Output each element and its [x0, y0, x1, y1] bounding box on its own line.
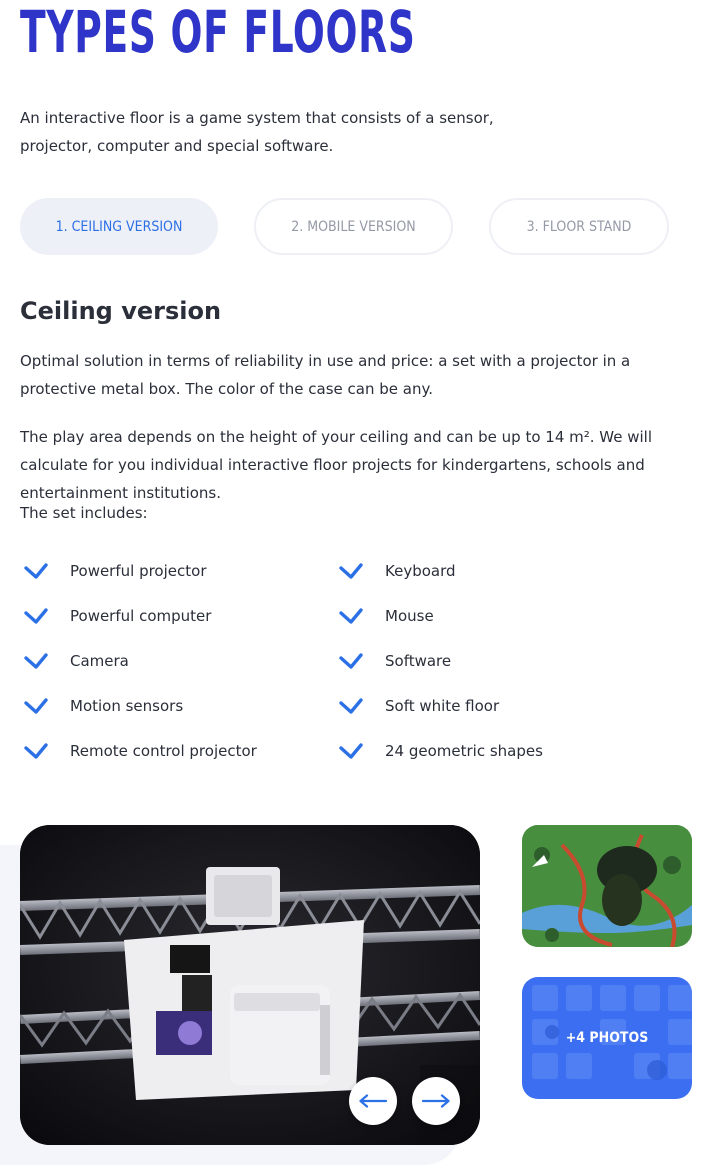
feature-label: 24 geometric shapes	[385, 742, 543, 760]
feature-label: Powerful projector	[70, 562, 207, 580]
prev-photo-button[interactable]	[349, 1077, 397, 1125]
more-photos-label: +4 PHOTOS	[565, 1030, 649, 1046]
list-item: Software	[335, 646, 451, 676]
feature-label: Keyboard	[385, 562, 456, 580]
arrow-left-icon	[359, 1094, 388, 1108]
list-item: Motion sensors	[20, 691, 183, 721]
check-icon	[24, 562, 48, 580]
tab-mobile-version[interactable]: 2. MOBILE VERSION	[254, 198, 453, 255]
list-item: Remote control projector	[20, 736, 257, 766]
feature-label: Soft white floor	[385, 697, 500, 715]
list-item: Keyboard	[335, 556, 456, 586]
description-paragraph: Optimal solution in terms of reliability…	[20, 352, 631, 398]
arrow-right-icon	[421, 1094, 450, 1108]
list-item: Powerful projector	[20, 556, 206, 586]
version-tabs: 1. CEILING VERSION 2. MOBILE VERSION 3. …	[20, 198, 692, 255]
list-item: Camera	[20, 646, 129, 676]
thumbnail-photo[interactable]	[522, 825, 692, 947]
check-icon	[24, 607, 48, 625]
play-area-paragraph: The play area depends on the height of y…	[20, 428, 653, 502]
feature-label: Remote control projector	[70, 742, 257, 760]
list-item: Soft white floor	[335, 691, 499, 721]
tab-floor-stand[interactable]: 3. FLOOR STAND	[489, 198, 669, 255]
feature-label: Software	[385, 652, 452, 670]
list-item: Powerful computer	[20, 601, 211, 631]
check-icon	[339, 607, 363, 625]
list-item: 24 geometric shapes	[335, 736, 543, 766]
feature-label: Motion sensors	[70, 697, 184, 715]
check-icon	[24, 652, 48, 670]
section-title: Ceiling version	[20, 297, 222, 325]
tab-ceiling-version[interactable]: 1. CEILING VERSION	[20, 198, 218, 255]
game-floor-thumbnail	[522, 825, 692, 947]
check-icon	[24, 697, 48, 715]
projector-photo	[20, 825, 480, 1145]
check-icon	[339, 562, 363, 580]
check-icon	[339, 742, 363, 760]
page-title: TYPES OF FLOORS	[20, 0, 416, 66]
features-list: Powerful projector Powerful computer Cam…	[20, 556, 700, 776]
intro-text: An interactive floor is a game system th…	[20, 109, 494, 155]
feature-label: Camera	[70, 652, 129, 670]
check-icon	[24, 742, 48, 760]
list-item: Mouse	[335, 601, 434, 631]
feature-label: Powerful computer	[70, 607, 212, 625]
set-includes-label: The set includes:	[20, 504, 148, 522]
main-photo[interactable]	[20, 825, 480, 1145]
check-icon	[339, 697, 363, 715]
check-icon	[339, 652, 363, 670]
more-photos-tile[interactable]: +4 PHOTOS	[522, 977, 692, 1099]
feature-label: Mouse	[385, 607, 434, 625]
next-photo-button[interactable]	[412, 1077, 460, 1125]
